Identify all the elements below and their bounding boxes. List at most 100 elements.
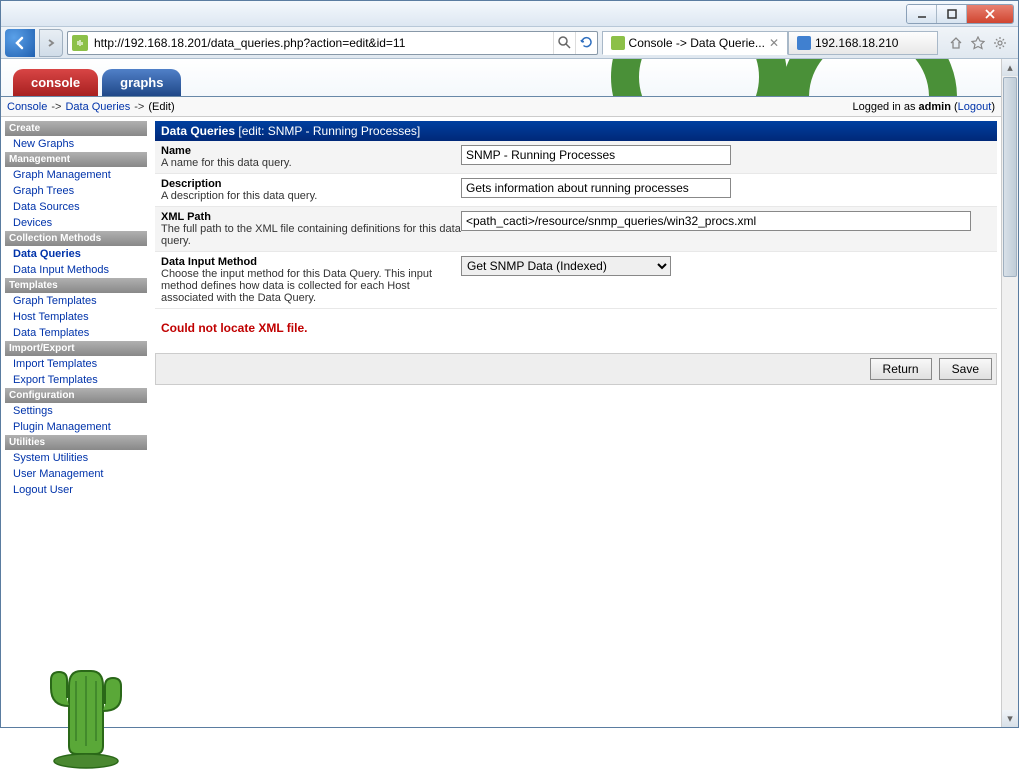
address-bar [67,31,598,55]
sidebar-item[interactable]: New Graphs [5,136,147,152]
breadcrumb-sep: -> [134,101,144,113]
sidebar-header: Collection Methods [5,231,147,246]
search-icon[interactable] [553,32,575,54]
back-button[interactable] [5,29,35,57]
tab-console[interactable]: console [13,69,98,96]
sidebar-link[interactable]: Devices [13,217,52,229]
browser-tabs: Console -> Data Querie... ✕ 192.168.18.210 [602,31,938,55]
minimize-button[interactable] [907,5,937,23]
scroll-down-icon[interactable]: ▾ [1002,710,1018,727]
sidebar-link[interactable]: Data Input Methods [13,264,109,276]
cactus-logo [41,661,131,727]
sidebar-item[interactable]: Settings [5,403,147,419]
sidebar-link[interactable]: Graph Management [13,169,111,181]
gear-icon[interactable] [990,33,1010,53]
sidebar-item[interactable]: Graph Management [5,167,147,183]
sidebar: CreateNew GraphsManagementGraph Manageme… [1,117,151,727]
breadcrumb-sep: -> [51,101,61,113]
form-label-cell: XML PathThe full path to the XML file co… [161,211,461,247]
sidebar-link[interactable]: Data Templates [13,327,89,339]
form-row: XML PathThe full path to the XML file co… [155,207,997,252]
forward-button[interactable] [39,29,63,57]
form-row: DescriptionA description for this data q… [155,174,997,207]
breadcrumb-current: (Edit) [148,101,174,113]
form-field-cell: Get SNMP Data (Indexed) [461,256,991,304]
sidebar-link[interactable]: System Utilities [13,452,88,464]
panel-title: Data Queries [edit: SNMP - Running Proce… [155,121,997,141]
sidebar-item[interactable]: Graph Templates [5,293,147,309]
maximize-button[interactable] [937,5,967,23]
error-message: Could not locate XML file. [155,309,997,347]
sidebar-header: Import/Export [5,341,147,356]
sidebar-link[interactable]: Export Templates [13,374,98,386]
sidebar-link[interactable]: New Graphs [13,138,74,150]
scroll-up-icon[interactable]: ▴ [1002,59,1018,76]
sidebar-item[interactable]: Plugin Management [5,419,147,435]
sidebar-link[interactable]: Host Templates [13,311,89,323]
description-input[interactable] [461,178,731,198]
sidebar-item[interactable]: Data Sources [5,199,147,215]
sidebar-item[interactable]: Data Input Methods [5,262,147,278]
sidebar-header: Configuration [5,388,147,403]
header-decor [601,59,951,97]
xml-path-input[interactable] [461,211,971,231]
data-input-method-select[interactable]: Get SNMP Data (Indexed) [461,256,671,276]
sidebar-item[interactable]: Host Templates [5,309,147,325]
sidebar-link[interactable]: Graph Templates [13,295,97,307]
sidebar-link[interactable]: Graph Trees [13,185,74,197]
sidebar-item[interactable]: Data Queries [5,246,147,262]
tab-graphs[interactable]: graphs [102,69,181,96]
browser-navbar: Console -> Data Querie... ✕ 192.168.18.210 [1,27,1018,59]
close-button[interactable] [967,5,1013,23]
sidebar-link[interactable]: User Management [13,468,104,480]
window-titlebar [1,1,1018,27]
sidebar-item[interactable]: Export Templates [5,372,147,388]
scrollbar[interactable]: ▴ ▾ [1001,59,1018,727]
app-header: console graphs [1,59,1001,97]
sidebar-header: Management [5,152,147,167]
breadcrumb: Console -> Data Queries -> (Edit) Logged… [1,97,1001,117]
sidebar-link[interactable]: Data Sources [13,201,80,213]
sidebar-item[interactable]: Logout User [5,482,147,498]
field-label: Description [161,178,222,190]
sidebar-link[interactable]: Data Queries [13,248,81,260]
form-field-cell [461,178,991,202]
browser-window: Console -> Data Querie... ✕ 192.168.18.210… [0,0,1019,728]
name-input[interactable] [461,145,731,165]
url-input[interactable] [92,34,553,52]
tab-close-icon[interactable]: ✕ [769,36,779,50]
field-desc: Choose the input method for this Data Qu… [161,268,432,304]
logout-link[interactable]: Logout [958,101,992,113]
browser-tab[interactable]: 192.168.18.210 [788,31,938,55]
return-button[interactable]: Return [870,358,932,380]
sidebar-header: Utilities [5,435,147,450]
form-field-cell [461,145,991,169]
sidebar-item[interactable]: System Utilities [5,450,147,466]
tab-label: Console -> Data Querie... [629,36,765,50]
field-desc: The full path to the XML file containing… [161,223,461,247]
favorites-icon[interactable] [968,33,988,53]
sidebar-link[interactable]: Import Templates [13,358,97,370]
browser-tab[interactable]: Console -> Data Querie... ✕ [602,31,788,55]
refresh-icon[interactable] [575,32,597,54]
sidebar-header: Templates [5,278,147,293]
page-content: console graphs Console -> Data Queries -… [1,59,1001,727]
field-desc: A description for this data query. [161,190,317,202]
home-icon[interactable] [946,33,966,53]
sidebar-item[interactable]: Import Templates [5,356,147,372]
sidebar-item[interactable]: User Management [5,466,147,482]
button-row: Return Save [155,353,997,385]
scroll-thumb[interactable] [1003,77,1017,277]
breadcrumb-console[interactable]: Console [7,101,47,113]
sidebar-link[interactable]: Logout User [13,484,73,496]
login-status: Logged in as admin (Logout) [852,101,995,113]
sidebar-link[interactable]: Plugin Management [13,421,111,433]
sidebar-item[interactable]: Devices [5,215,147,231]
form-label-cell: DescriptionA description for this data q… [161,178,461,202]
sidebar-link[interactable]: Settings [13,405,53,417]
save-button[interactable]: Save [939,358,992,380]
sidebar-item[interactable]: Data Templates [5,325,147,341]
sidebar-item[interactable]: Graph Trees [5,183,147,199]
breadcrumb-dataqueries[interactable]: Data Queries [65,101,130,113]
arrow-right-icon [46,38,56,48]
